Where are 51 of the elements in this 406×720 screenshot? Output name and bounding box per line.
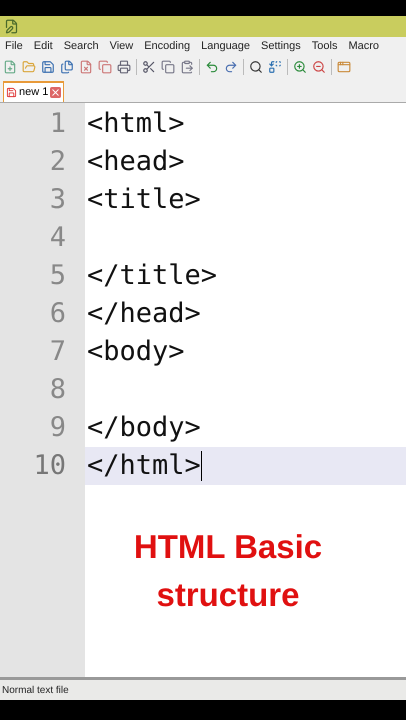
replace-icon[interactable] [268,60,282,74]
window-icon[interactable] [337,60,351,74]
close-file-icon[interactable] [79,60,93,74]
zoom-in-icon[interactable] [293,60,307,74]
line-number: 5 [48,258,67,293]
menu-item[interactable]: Search [64,38,99,54]
line-number: 2 [48,144,67,179]
menu-item[interactable]: Language [201,38,250,54]
menu-item[interactable]: View [110,38,134,54]
line-number: 7 [48,334,67,369]
menu-item[interactable]: Tools [312,38,338,54]
redo-icon[interactable] [224,60,238,74]
code-line: </body> [86,410,201,445]
code-line: <title> [86,182,201,217]
tab-label: new 1 [19,85,48,100]
search-icon[interactable] [249,60,263,74]
zoom-out-icon[interactable] [312,60,326,74]
code-line: <html> [86,106,185,141]
menu-item[interactable]: File [5,38,23,54]
line-number: 9 [48,410,67,445]
close-icon[interactable] [50,87,62,98]
save-icon[interactable] [41,60,55,74]
menu-item[interactable]: Macro [348,38,380,54]
menu-item[interactable]: Edit [34,38,53,54]
new-file-icon[interactable] [3,60,17,74]
scissors-icon[interactable] [142,60,156,74]
folder-icon[interactable] [22,60,36,74]
line-number: 8 [48,372,67,407]
line-number: 3 [48,182,67,217]
save-all-icon[interactable] [60,60,74,74]
copy-icon[interactable] [161,60,175,74]
code-line: <head> [86,144,185,179]
line-number: 4 [48,220,67,255]
paste-icon[interactable] [180,60,194,74]
printer-icon[interactable] [117,60,131,74]
code-line: <body> [86,334,185,369]
line-number: 10 [0,446,85,486]
menu-item[interactable]: Settings [261,38,301,54]
text-caret [200,451,202,481]
code-line: </title> [86,258,218,293]
file-tab[interactable]: new 1 [3,81,64,102]
code-line: </head> [86,296,201,331]
code-line: </html> [86,448,201,483]
caption-text: HTML Basic [134,527,322,567]
caption-text: structure [156,575,300,615]
menu-item[interactable]: Encoding [144,38,190,54]
line-number: 1 [48,106,67,141]
undo-icon[interactable] [205,60,219,74]
status-text: Normal text file [2,684,69,698]
line-number: 6 [48,296,67,331]
app-icon [4,19,19,34]
